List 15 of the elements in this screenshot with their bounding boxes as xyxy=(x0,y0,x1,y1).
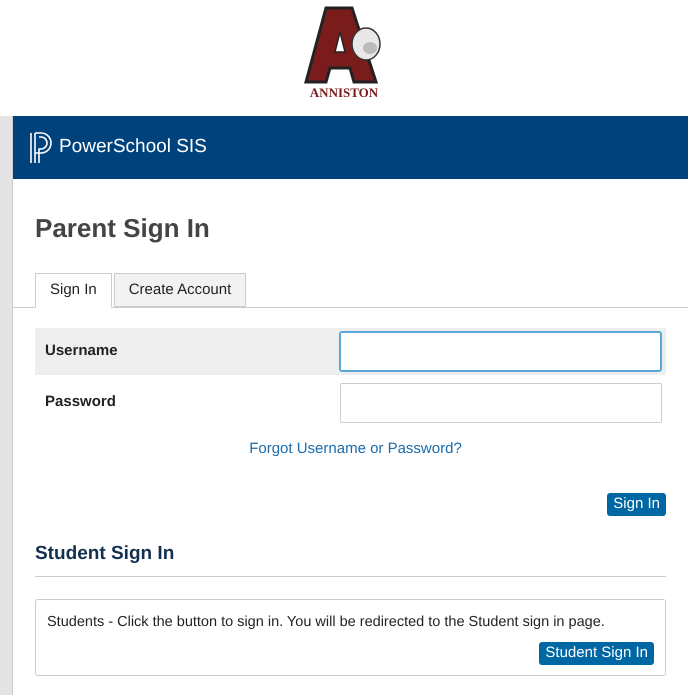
brand-name: PowerSchool SIS xyxy=(59,135,207,160)
sign-in-button[interactable]: Sign In xyxy=(607,492,666,516)
student-sign-in-button[interactable]: Student Sign In xyxy=(539,642,654,665)
input-field[interactable] xyxy=(339,331,662,372)
input-field[interactable] xyxy=(340,382,662,422)
field-label: Username xyxy=(45,341,118,362)
forgot-link[interactable]: Forgot Username or Password? xyxy=(249,438,462,460)
tab[interactable]: Create Account xyxy=(114,273,246,307)
field-label: Password xyxy=(45,392,116,412)
logo-icon xyxy=(29,130,53,164)
student-message: Students - Click the button to sign in. You will be redirected to the Student sign in page. xyxy=(47,613,606,632)
section-heading: Student Sign In xyxy=(35,540,666,577)
tab[interactable]: Sign In xyxy=(35,273,112,308)
page-title: Parent Sign In xyxy=(35,212,211,245)
school-name: ANNISTON xyxy=(310,86,378,99)
